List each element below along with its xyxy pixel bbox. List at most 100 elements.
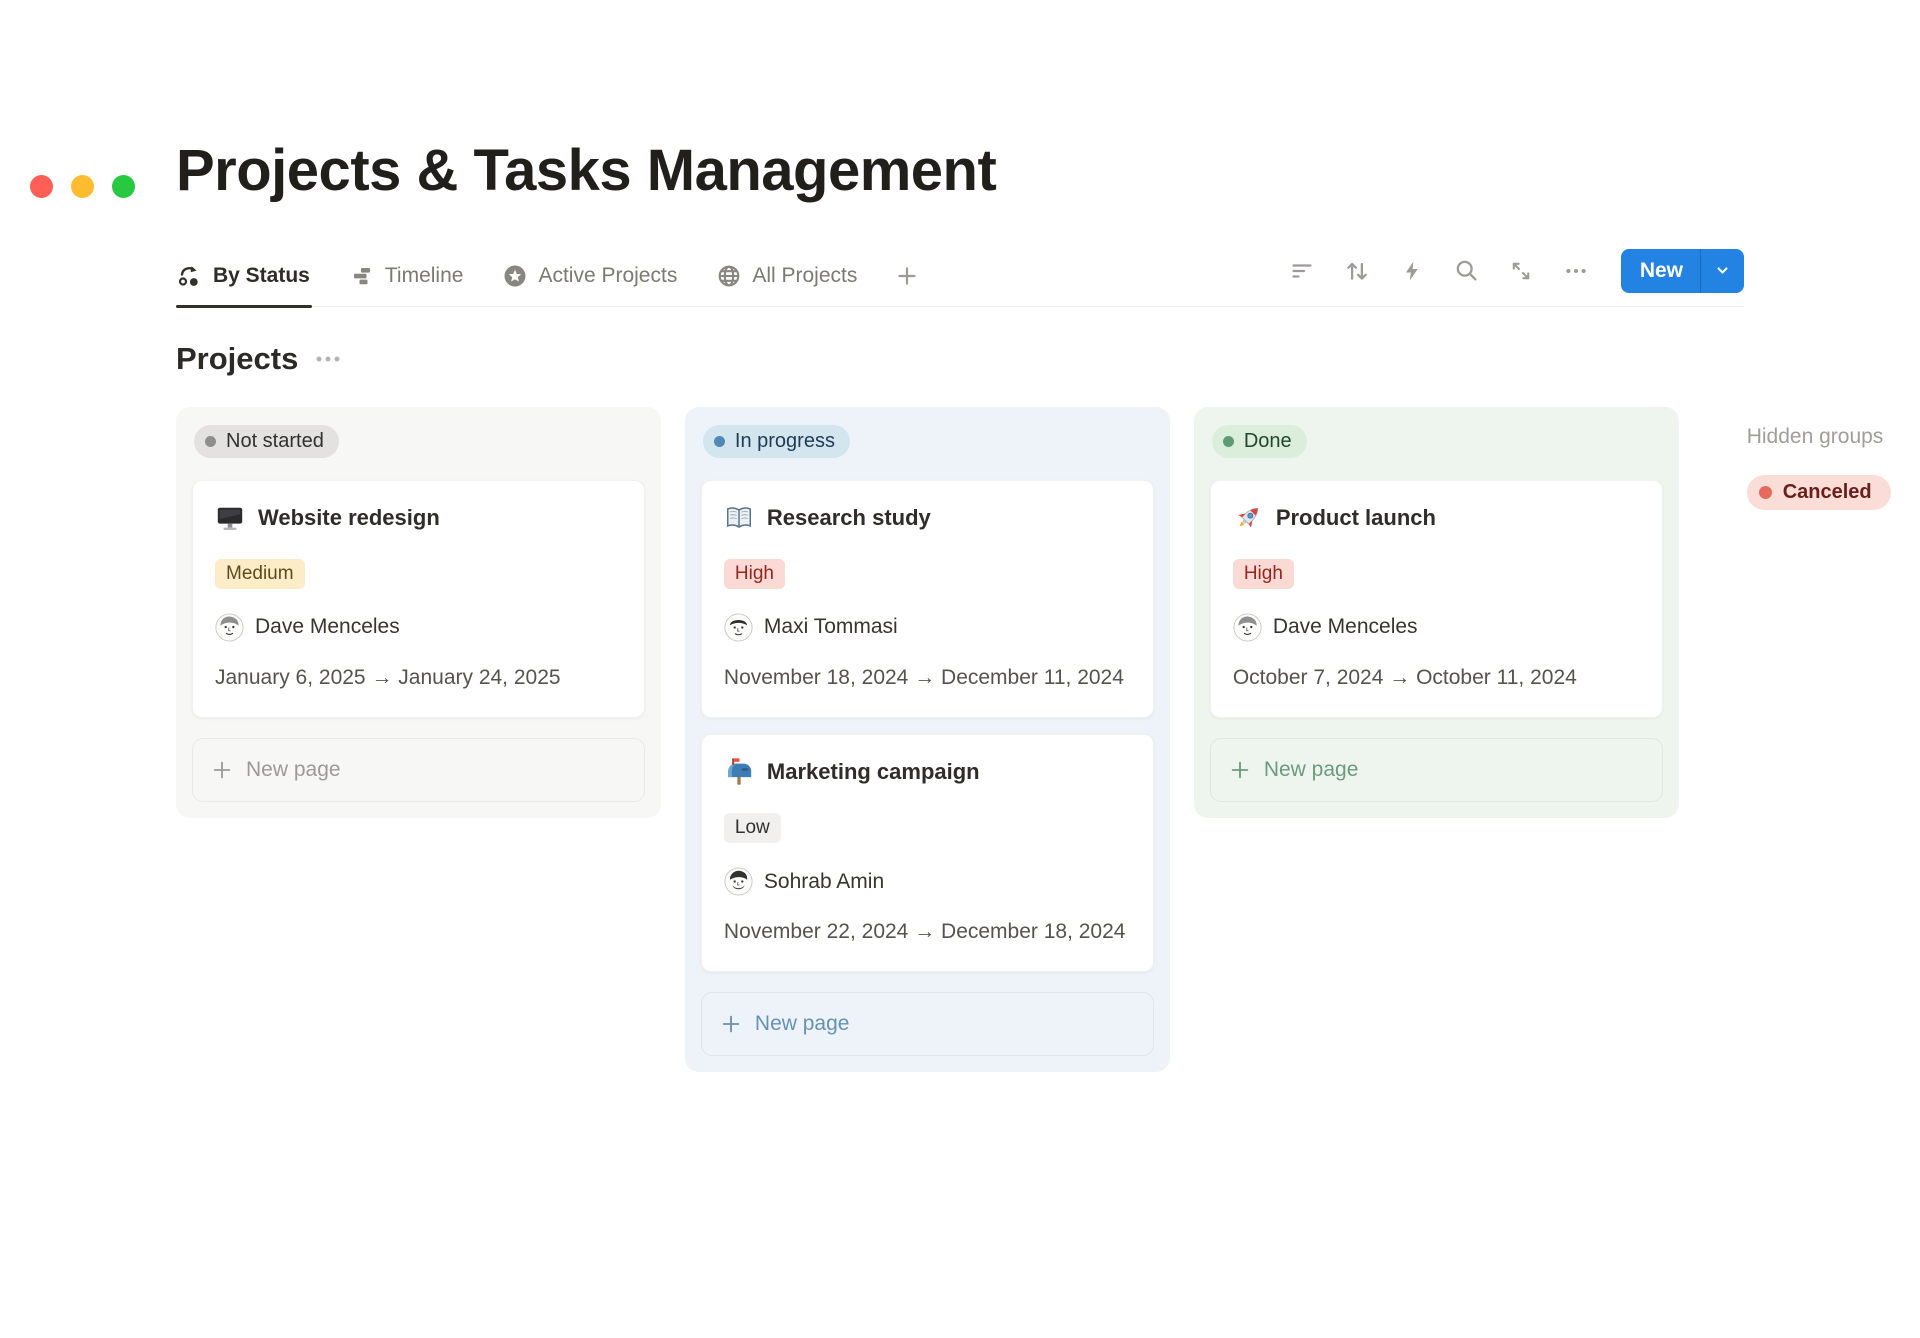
star-circle-icon <box>503 264 527 288</box>
priority-badge: Low <box>724 813 781 843</box>
view-bar: By Status Timeline Active Projects <box>176 249 1744 307</box>
plus-icon <box>1229 759 1251 781</box>
section-header: Projects <box>176 341 1744 377</box>
new-page-button[interactable]: New page <box>701 992 1154 1056</box>
dave-avatar <box>215 613 244 642</box>
card-marketing-campaign[interactable]: Marketing campaign Low So <box>701 734 1154 972</box>
assignee-name: Dave Menceles <box>1273 615 1418 639</box>
card-list: Website redesign Medium Dave Menceles <box>192 480 645 718</box>
sort-icon <box>1344 258 1370 284</box>
date-range: January 6, 2025 → January 24, 2025 <box>215 664 622 692</box>
view-tabs: By Status Timeline Active Projects <box>176 260 923 306</box>
priority-badge: High <box>724 559 785 589</box>
plus-icon <box>720 1013 742 1035</box>
new-page-button[interactable]: New page <box>192 738 645 802</box>
status-label: Canceled <box>1783 481 1872 504</box>
tab-label: Active Projects <box>538 264 677 288</box>
hidden-group-canceled[interactable]: Canceled <box>1747 475 1891 510</box>
minimize-window-button[interactable] <box>71 175 94 198</box>
filter-button[interactable] <box>1290 259 1314 283</box>
maxi-avatar <box>724 613 753 642</box>
window-controls <box>30 175 135 198</box>
column-not-started: Not started Website redesign Medium <box>176 407 661 818</box>
section-more-button[interactable] <box>314 354 344 364</box>
new-page-label: New page <box>755 1012 850 1036</box>
tab-label: All Projects <box>752 264 857 288</box>
card-title: Website redesign <box>258 505 440 531</box>
column-in-progress: In progress Research study High <box>685 407 1170 1073</box>
page-title: Projects & Tasks Management <box>176 138 1744 205</box>
view-actions: New <box>1290 249 1744 306</box>
mailbox-icon <box>724 757 754 787</box>
chevron-down-icon <box>1713 261 1732 280</box>
assignee-name: Sohrab Amin <box>764 870 884 894</box>
close-window-button[interactable] <box>30 175 53 198</box>
card-title: Product launch <box>1276 505 1436 531</box>
add-view-button[interactable] <box>895 260 923 306</box>
card-title: Research study <box>767 505 931 531</box>
new-button-label[interactable]: New <box>1621 249 1700 293</box>
status-dot-icon <box>1223 436 1234 447</box>
priority-badge: Medium <box>215 559 305 589</box>
automations-button[interactable] <box>1400 259 1424 283</box>
tab-by-status[interactable]: By Status <box>176 260 312 306</box>
card-product-launch[interactable]: Product launch High Dave Menceles <box>1210 480 1663 718</box>
globe-icon <box>717 264 741 288</box>
card-research-study[interactable]: Research study High Maxi Tommasi <box>701 480 1154 718</box>
open-book-icon <box>724 503 754 533</box>
card-list: Research study High Maxi Tommasi <box>701 480 1154 973</box>
status-badge[interactable]: In progress <box>703 425 850 458</box>
tab-timeline[interactable]: Timeline <box>348 260 466 306</box>
zoom-window-button[interactable] <box>112 175 135 198</box>
desktop-computer-icon <box>215 503 245 533</box>
plus-icon <box>895 264 919 288</box>
new-button-dropdown[interactable] <box>1700 249 1744 293</box>
expand-icon <box>1509 259 1533 283</box>
date-range: November 18, 2024 → December 11, 2024 <box>724 664 1131 692</box>
assignee-row: Sohrab Amin <box>724 867 1131 896</box>
status-dot-icon <box>714 436 725 447</box>
status-label: In progress <box>735 430 835 453</box>
status-badge[interactable]: Not started <box>194 425 339 458</box>
assignee-row: Dave Menceles <box>215 613 622 642</box>
section-title: Projects <box>176 341 298 377</box>
search-icon <box>1454 258 1479 283</box>
tab-label: Timeline <box>385 264 464 288</box>
tab-label: By Status <box>213 264 310 288</box>
assignee-name: Maxi Tommasi <box>764 615 898 639</box>
new-button[interactable]: New <box>1621 249 1744 293</box>
expand-button[interactable] <box>1509 259 1533 283</box>
status-badge[interactable]: Done <box>1212 425 1307 458</box>
column-done: Done <box>1194 407 1679 818</box>
status-label: Done <box>1244 430 1292 453</box>
kanban-board: Not started Website redesign Medium <box>176 407 1920 1073</box>
status-flow-icon <box>178 264 202 288</box>
status-dot-icon <box>205 436 216 447</box>
new-page-label: New page <box>246 758 341 782</box>
zap-icon <box>1400 259 1424 283</box>
card-website-redesign[interactable]: Website redesign Medium Dave Menceles <box>192 480 645 718</box>
date-range: October 7, 2024 → October 11, 2024 <box>1233 664 1640 692</box>
timeline-bars-icon <box>350 264 374 288</box>
status-dot-icon <box>1759 486 1772 499</box>
sohrab-avatar <box>724 867 753 896</box>
priority-badge: High <box>1233 559 1294 589</box>
rocket-icon <box>1233 503 1263 533</box>
assignee-row: Maxi Tommasi <box>724 613 1131 642</box>
sort-button[interactable] <box>1344 258 1370 284</box>
dave-avatar <box>1233 613 1262 642</box>
tab-all-projects[interactable]: All Projects <box>715 260 859 306</box>
filter-icon <box>1290 259 1314 283</box>
card-title: Marketing campaign <box>767 759 980 785</box>
assignee-name: Dave Menceles <box>255 615 400 639</box>
more-options-button[interactable] <box>1563 258 1589 284</box>
page-content: Projects & Tasks Management By Status <box>176 138 1744 1072</box>
more-icon <box>1563 258 1589 284</box>
hidden-groups-label[interactable]: Hidden groups <box>1747 425 1920 449</box>
search-button[interactable] <box>1454 258 1479 283</box>
tab-active-projects[interactable]: Active Projects <box>501 260 679 306</box>
plus-icon <box>211 759 233 781</box>
new-page-button[interactable]: New page <box>1210 738 1663 802</box>
new-page-label: New page <box>1264 758 1359 782</box>
hidden-groups-panel: Hidden groups Canceled <box>1747 407 1920 510</box>
